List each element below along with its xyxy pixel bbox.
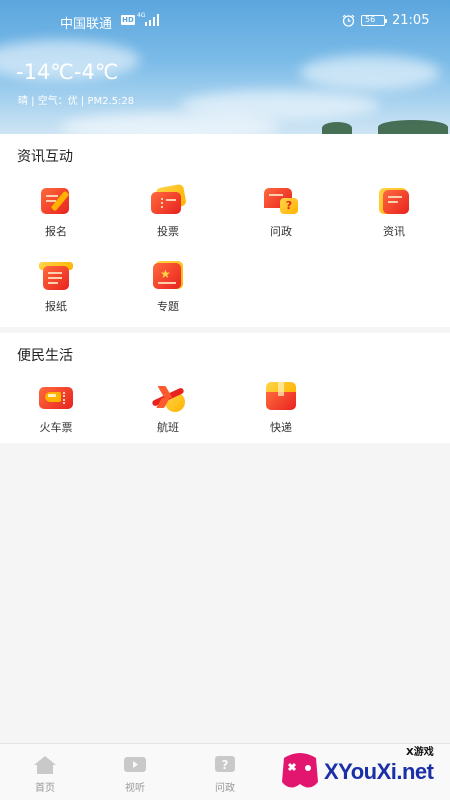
grid-item-label: 专题 <box>157 300 179 313</box>
home-icon <box>33 755 57 775</box>
section-title: 资讯互动 <box>17 149 73 165</box>
watermark-tag: X游戏 <box>406 747 434 758</box>
vote-ticket-icon <box>151 183 187 216</box>
grid-item-signup[interactable]: 报名 <box>0 186 112 250</box>
question-chat-icon: ? <box>264 186 298 216</box>
gamepad-icon <box>280 748 318 794</box>
nav-item-inquiry[interactable]: ? 问政 <box>180 744 270 800</box>
grid-item-label: 报名 <box>45 225 67 238</box>
grid-item-label: 问政 <box>270 225 292 238</box>
train-ticket-icon <box>39 382 73 412</box>
nav-label: 问政 <box>215 783 235 794</box>
grid-item-label: 火车票 <box>39 421 73 434</box>
grid-item-label: 航班 <box>157 421 179 434</box>
grid-item-train-ticket[interactable]: 火车票 <box>0 382 112 446</box>
nav-label: 首页 <box>35 783 55 794</box>
svg-text:?: ? <box>222 758 229 772</box>
status-time: 21:05 <box>392 13 430 28</box>
alarm-icon <box>342 14 355 27</box>
airplane-icon <box>151 382 185 412</box>
section-convenience-life: 便民生活 火车票 航班 快递 <box>0 333 450 443</box>
section-news-interaction: 资讯互动 报名 投票 ? 问政 资讯 报纸 ★ 专题 <box>0 134 450 327</box>
video-icon <box>123 755 147 775</box>
grid-item-news[interactable]: 资讯 <box>338 186 450 250</box>
watermark-brand: XYouXi.net <box>324 759 434 784</box>
grid-item-inquiry[interactable]: ? 问政 <box>225 186 337 250</box>
newspaper-icon <box>39 261 73 291</box>
signup-icon <box>39 186 73 216</box>
weather-header: 中国联通 HD 4G 56 21:05 -14℃-4℃ 晴 | 空气：优 | P… <box>0 0 450 134</box>
grid-item-flight[interactable]: 航班 <box>112 382 224 446</box>
watermark-logo: X游戏 XYouXi.net <box>278 742 450 800</box>
temperature: -14℃-4℃ <box>16 60 119 84</box>
nav-item-video[interactable]: 视听 <box>90 744 180 800</box>
carrier-label: 中国联通 <box>60 17 113 32</box>
section-title: 便民生活 <box>17 348 73 364</box>
grid-item-label: 报纸 <box>45 300 67 313</box>
hd-badge: HD <box>121 15 135 25</box>
weather-detail: 晴 | 空气：优 | PM2.5:28 <box>18 96 135 107</box>
grid-item-label: 资讯 <box>383 225 405 238</box>
nav-label: 视听 <box>125 783 145 794</box>
battery-icon: 56 <box>361 15 387 26</box>
battery-level: 56 <box>365 15 376 24</box>
topic-star-icon: ★ <box>151 261 185 291</box>
nav-item-home[interactable]: 首页 <box>0 744 90 800</box>
grid-item-newspaper[interactable]: 报纸 <box>0 261 112 325</box>
signal-icon <box>145 14 161 26</box>
grid-item-vote[interactable]: 投票 <box>112 183 224 250</box>
grid-item-label: 快递 <box>270 421 292 434</box>
package-icon <box>264 382 298 412</box>
grid-item-label: 投票 <box>157 225 179 238</box>
grid-item-topic[interactable]: ★ 专题 <box>112 261 224 325</box>
grid-item-express[interactable]: 快递 <box>225 382 337 446</box>
question-icon: ? <box>213 755 237 775</box>
status-bar: 中国联通 HD 4G 56 21:05 <box>0 0 450 42</box>
news-icon <box>377 186 411 216</box>
